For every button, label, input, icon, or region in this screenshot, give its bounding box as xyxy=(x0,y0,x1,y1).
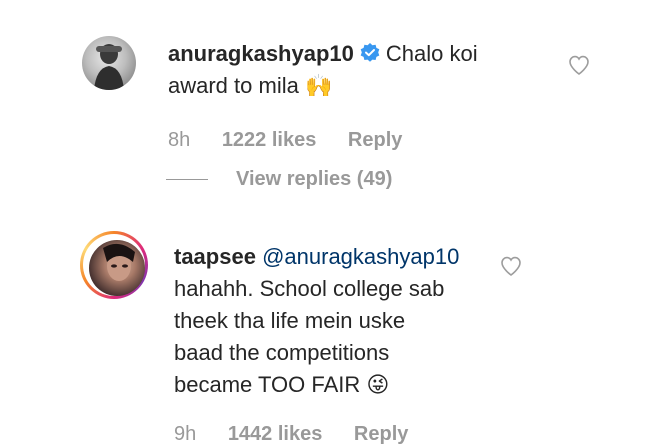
divider-line xyxy=(166,179,208,181)
comment-meta: 8h 1222 likes Reply xyxy=(168,129,402,152)
comment-text-line: theek tha life mein uske xyxy=(174,308,406,333)
avatar-story-ring[interactable] xyxy=(80,231,148,299)
like-count[interactable]: 1442 likes xyxy=(228,423,323,446)
profile-photo-icon xyxy=(103,243,135,281)
reply-button[interactable]: Reply xyxy=(354,423,408,446)
comment-username[interactable]: anuragkashyap10 xyxy=(168,41,354,66)
comment-text: anuragkashyap10 Chalo koi award to mila … xyxy=(168,38,478,103)
comment-username[interactable]: taapsee xyxy=(174,244,256,269)
avatar-ring-gap xyxy=(83,234,145,296)
comment-age: 8h xyxy=(168,129,191,151)
winking-tongue-emoji: 😜 xyxy=(366,373,390,398)
comment-text-line: became TOO FAIR xyxy=(174,372,361,397)
avatar xyxy=(89,240,145,296)
profile-photo-icon xyxy=(94,44,124,90)
verified-badge-icon xyxy=(360,43,380,62)
reply-button[interactable]: Reply xyxy=(348,129,402,152)
view-replies-button[interactable]: View replies (49) xyxy=(166,168,392,191)
comment-text: taapsee @anuragkashyap10 hahahh. School … xyxy=(174,241,459,402)
comment-text-line: Chalo koi xyxy=(385,41,478,66)
like-count[interactable]: 1222 likes xyxy=(222,129,317,152)
raising-hands-emoji: 🙌 xyxy=(304,74,333,99)
like-heart-icon[interactable] xyxy=(499,254,523,278)
mention-link[interactable]: @anuragkashyap10 xyxy=(262,244,459,269)
avatar[interactable] xyxy=(82,36,136,90)
comment-text-line: baad the competitions xyxy=(174,340,390,365)
comment-text-line: hahahh. School college sab xyxy=(174,276,445,301)
like-heart-icon[interactable] xyxy=(567,53,591,77)
comment-age: 9h xyxy=(174,423,197,445)
comment-text-line: award to mila xyxy=(168,73,299,98)
view-replies-label: View replies (49) xyxy=(236,168,393,190)
comment-meta: 9h 1442 likes Reply xyxy=(174,423,408,446)
